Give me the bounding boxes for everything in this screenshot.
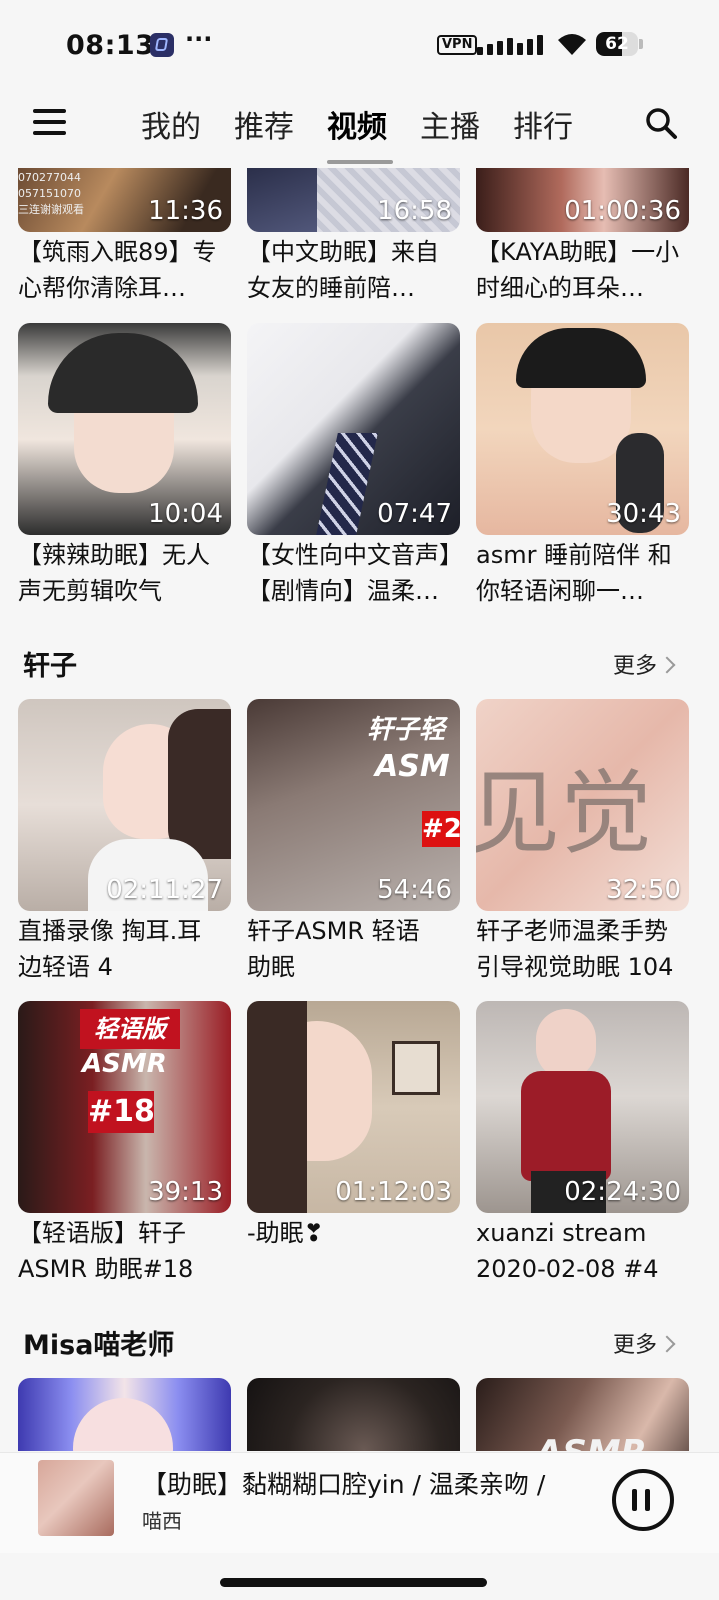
tab-video[interactable]: 视频 — [327, 102, 387, 146]
video-title: 【筑雨入眠89】专 心帮你清除耳… — [18, 238, 217, 302]
video-feed[interactable]: 070277044 057151070 三连谢谢观看 11:36 【筑雨入眠89】专… — [0, 168, 719, 1451]
more-link-misa[interactable]: 更多 — [613, 1327, 676, 1359]
video-thumbnail: 30:43 — [476, 323, 689, 535]
video-thumbnail — [18, 1378, 231, 1451]
search-icon[interactable] — [644, 106, 678, 140]
section-title-xuanzi: 轩子 — [23, 651, 77, 682]
app-notification-icon — [150, 33, 174, 57]
tab-ranking[interactable]: 排行 — [513, 102, 573, 146]
player-track-title[interactable]: 【助眠】黏糊糊口腔yin / 温柔亲吻 / — [142, 1465, 602, 1501]
pause-icon[interactable] — [612, 1469, 674, 1531]
thumbnail-overlay-text: 轩子轻 — [367, 715, 446, 745]
chevron-right-icon — [658, 656, 676, 674]
video-thumbnail: 轻语版 ASMR #18 39:13 — [18, 1001, 231, 1213]
video-duration: 11:36 — [148, 196, 223, 226]
video-thumbnail: 070277044 057151070 三连谢谢观看 11:36 — [18, 168, 231, 232]
video-thumbnail: 16:58 — [247, 168, 460, 232]
more-notifications-icon: ··· — [185, 25, 213, 53]
video-thumbnail: 07:47 — [247, 323, 460, 535]
video-thumbnail: 02:24:30 — [476, 1001, 689, 1213]
video-title: xuanzi stream 2020-02-08 #4 — [476, 1219, 659, 1283]
video-duration: 07:47 — [377, 499, 452, 529]
section-title-misa: Misa喵老师 — [23, 1330, 175, 1361]
video-thumbnail — [247, 1378, 460, 1451]
thumbnail-overlay-text: ASMR — [82, 1049, 167, 1079]
video-title: 直播录像 掏耳.耳 边轻语 4 — [18, 917, 202, 981]
video-duration: 32:50 — [606, 875, 681, 905]
video-title: 【辣辣助眠】无人 声无剪辑吹气 — [18, 541, 210, 605]
home-indicator[interactable] — [220, 1578, 487, 1587]
thumbnail-badge: #2 — [422, 811, 460, 847]
thumbnail-overlay-text: 070277044 057151070 三连谢谢观看 — [18, 171, 84, 216]
status-bar: 08:13 ··· VPN 62 — [0, 0, 719, 92]
video-title: 轩子ASMR 轻语 助眠 — [247, 917, 420, 981]
video-thumbnail: 02:11:27 — [18, 699, 231, 911]
video-title: 【KAYA助眠】一小 时细心的耳朵… — [476, 238, 680, 302]
video-duration: 01:00:36 — [564, 196, 681, 226]
thumbnail-overlay-text: ASMR — [536, 1433, 647, 1451]
menu-icon[interactable] — [33, 109, 66, 135]
wifi-icon — [558, 34, 586, 55]
thumbnail-overlay-text: 见觉 — [476, 760, 653, 867]
tab-anchor[interactable]: 主播 — [420, 102, 480, 146]
video-duration: 54:46 — [377, 875, 452, 905]
video-thumbnail: 01:00:36 — [476, 168, 689, 232]
video-duration: 01:12:03 — [335, 1177, 452, 1207]
player-artist: 喵西 — [142, 1509, 182, 1533]
video-thumbnail: 轩子轻 ASM #2 54:46 — [247, 699, 460, 911]
video-title: -助眠❣ — [247, 1219, 324, 1247]
thumbnail-overlay-text: ASM — [375, 749, 450, 784]
signal-icon — [477, 33, 547, 55]
thumbnail-badge: #18 — [88, 1091, 155, 1133]
video-duration: 02:11:27 — [106, 875, 223, 905]
video-duration: 30:43 — [606, 499, 681, 529]
mini-player[interactable]: 【助眠】黏糊糊口腔yin / 温柔亲吻 / 喵西 — [0, 1452, 719, 1553]
video-duration: 39:13 — [148, 1177, 223, 1207]
thumbnail-badge: 轻语版 — [80, 1009, 180, 1049]
video-title: 轩子老师温柔手势 引导视觉助眠 104 — [476, 917, 674, 981]
player-cover-art[interactable] — [38, 1460, 114, 1536]
battery-level: 62 — [605, 34, 629, 54]
video-duration: 02:24:30 — [564, 1177, 681, 1207]
video-thumbnail: 10:04 — [18, 323, 231, 535]
battery-tip — [639, 39, 643, 49]
tab-mine[interactable]: 我的 — [141, 102, 201, 146]
chevron-right-icon — [658, 1335, 676, 1353]
active-tab-indicator — [327, 160, 393, 164]
status-time: 08:13 — [66, 30, 155, 61]
tab-recommend[interactable]: 推荐 — [234, 102, 294, 146]
video-title: 【轻语版】轩子 ASMR 助眠#18 — [18, 1219, 194, 1283]
video-duration: 10:04 — [148, 499, 223, 529]
more-link-xuanzi[interactable]: 更多 — [613, 648, 676, 680]
video-thumbnail: ASMR — [476, 1378, 689, 1451]
video-thumbnail: 01:12:03 — [247, 1001, 460, 1213]
video-title: 【女性向中文音声】 【剧情向】温柔… — [247, 541, 463, 605]
video-duration: 16:58 — [377, 196, 452, 226]
vpn-icon: VPN — [437, 35, 478, 55]
video-thumbnail: 见觉 32:50 — [476, 699, 689, 911]
battery-icon: 62 — [596, 32, 638, 56]
video-title: asmr 睡前陪伴 和 你轻语闲聊一… — [476, 541, 672, 605]
video-title: 【中文助眠】来自 女友的睡前陪… — [247, 238, 439, 302]
